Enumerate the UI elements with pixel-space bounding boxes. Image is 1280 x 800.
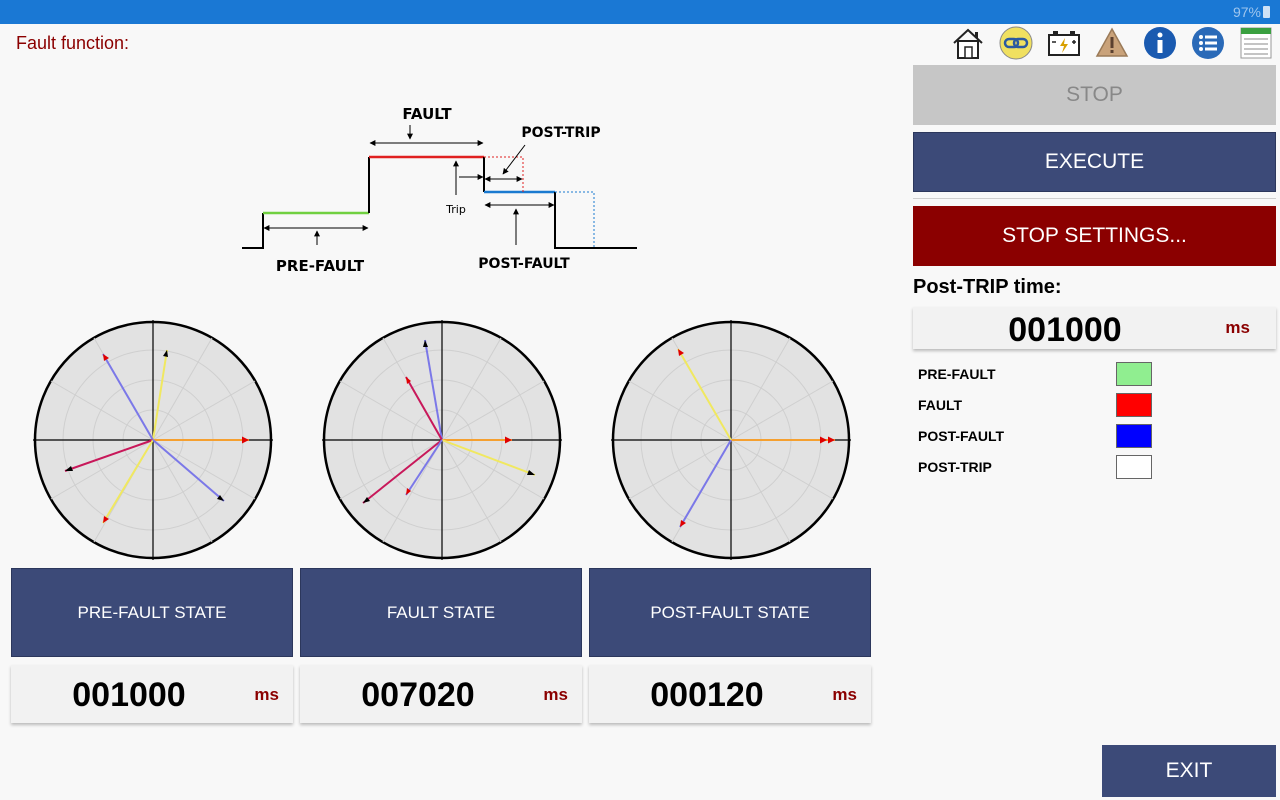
post-trip-color-swatch[interactable] xyxy=(1116,455,1152,479)
post-trip-time-label: Post-TRIP time: xyxy=(913,276,1062,298)
post-fault-time-field[interactable]: 000120 ms xyxy=(589,665,871,723)
execute-button[interactable]: EXECUTE xyxy=(913,132,1276,192)
state-color-legend: PRE-FAULT FAULT POST-FAULT POST-TRIP xyxy=(918,360,1158,484)
info-icon[interactable] xyxy=(1142,25,1178,61)
pre-fault-time-field[interactable]: 001000 ms xyxy=(11,665,293,723)
page-title: Fault function: xyxy=(16,33,130,53)
post-trip-time-unit: ms xyxy=(1225,318,1250,337)
fault-time-value: 007020 xyxy=(361,676,475,714)
post-fault-time-value: 000120 xyxy=(650,676,764,714)
pre-fault-state-button[interactable]: PRE-FAULT STATE xyxy=(11,568,293,657)
battery-level: 97% xyxy=(1232,4,1261,20)
legend-row-post-trip: POST-TRIP xyxy=(918,453,1158,484)
post-fault-phasor-plot xyxy=(611,320,851,560)
post-trip-time-field[interactable]: 001000 ms xyxy=(913,307,1276,349)
link-icon[interactable] xyxy=(998,25,1034,61)
home-icon[interactable] xyxy=(950,25,986,61)
pre-fault-color-swatch[interactable] xyxy=(1116,362,1152,386)
fault-time-unit: ms xyxy=(543,685,568,704)
trip-diagram-label: Trip xyxy=(445,203,466,216)
divider xyxy=(913,198,1276,199)
pre-fault-diagram-label: PRE-FAULT xyxy=(276,257,365,275)
stop-button[interactable]: STOP xyxy=(913,65,1276,125)
exit-button[interactable]: EXIT xyxy=(1102,745,1276,797)
warning-icon[interactable] xyxy=(1094,25,1130,61)
post-trip-time-value: 001000 xyxy=(1008,311,1122,349)
legend-row-pre-fault: PRE-FAULT xyxy=(918,360,1158,391)
legend-label: POST-TRIP xyxy=(918,459,992,475)
post-fault-state-button[interactable]: POST-FAULT STATE xyxy=(589,568,871,657)
battery-status-icon xyxy=(1263,6,1270,18)
legend-label: FAULT xyxy=(918,397,963,413)
pre-fault-time-value: 001000 xyxy=(72,676,186,714)
list-icon[interactable] xyxy=(1190,25,1226,61)
fault-color-swatch[interactable] xyxy=(1116,393,1152,417)
stop-settings-button[interactable]: STOP SETTINGS... xyxy=(913,206,1276,266)
legend-label: POST-FAULT xyxy=(918,428,1005,444)
pre-fault-phasor-plot xyxy=(33,320,273,560)
legend-row-fault: FAULT xyxy=(918,391,1158,422)
fault-state-button[interactable]: FAULT STATE xyxy=(300,568,582,657)
post-trip-diagram-label: POST-TRIP xyxy=(521,125,600,141)
pre-fault-time-unit: ms xyxy=(254,685,279,704)
post-fault-time-unit: ms xyxy=(832,685,857,704)
battery-icon[interactable] xyxy=(1046,25,1082,61)
battery-indicator: 97% xyxy=(1233,4,1270,20)
fault-timing-diagram: PRE-FAULT FAULT POST-TRIP Trip POST-FAUL… xyxy=(242,105,637,275)
fault-diagram-label: FAULT xyxy=(402,105,452,123)
status-bar: 97% xyxy=(0,0,1280,24)
legend-label: PRE-FAULT xyxy=(918,366,996,382)
fault-time-field[interactable]: 007020 ms xyxy=(300,665,582,723)
fault-phasor-plot xyxy=(322,320,562,560)
legend-row-post-fault: POST-FAULT xyxy=(918,422,1158,453)
post-fault-color-swatch[interactable] xyxy=(1116,424,1152,448)
post-fault-diagram-label: POST-FAULT xyxy=(478,256,570,272)
notes-icon[interactable] xyxy=(1238,25,1274,61)
toolbar xyxy=(948,25,1280,61)
